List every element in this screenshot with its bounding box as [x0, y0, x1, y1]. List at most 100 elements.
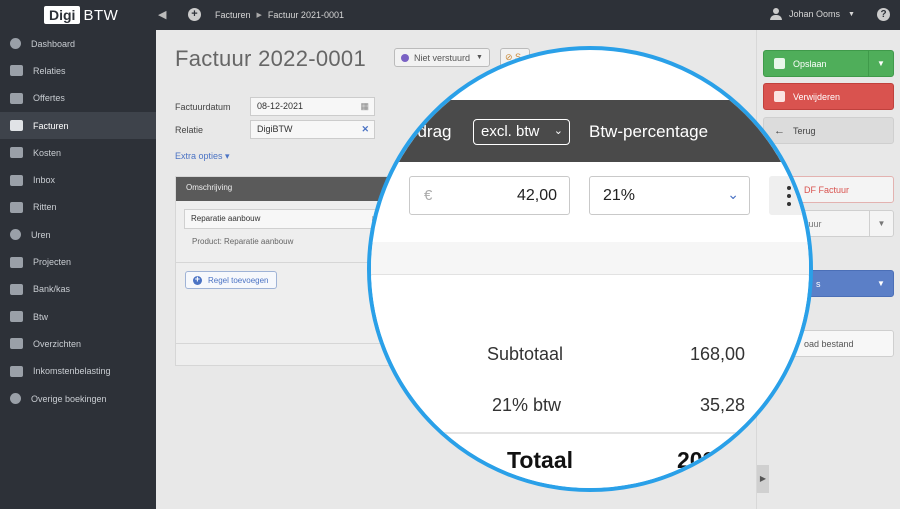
vat-value: 35,28	[700, 395, 746, 415]
invoice-date-label: Factuurdatum	[175, 102, 231, 112]
plus-circle-icon	[193, 274, 202, 285]
inbox-icon	[10, 174, 23, 186]
add-icon[interactable]: +	[188, 8, 201, 21]
sidebar-item-label: Overzichten	[33, 338, 82, 349]
car-icon	[10, 201, 23, 213]
misc-icon	[10, 393, 21, 404]
chevron-down-icon[interactable]: ▼	[869, 271, 893, 296]
invoice-lines-panel: Omschrijving Reparatie aanbouw ✉ Product…	[175, 176, 395, 366]
clear-icon[interactable]: ✕	[361, 121, 369, 138]
add-line-button[interactable]: Regel toevoegen	[185, 271, 277, 289]
sidebar-item-facturen[interactable]: Facturen	[0, 111, 156, 140]
clock-icon	[10, 229, 21, 241]
sidebar-item-label: Dashboard	[31, 38, 76, 49]
extra-options-link[interactable]: Extra opties ▾	[175, 151, 230, 162]
collapse-sidebar-icon[interactable]: ◀	[158, 8, 166, 21]
sidebar-item-projecten[interactable]: Projecten	[0, 248, 156, 275]
logo-btw: BTW	[83, 6, 119, 24]
invoice-icon	[10, 120, 23, 132]
user-name: Johan Ooms	[789, 9, 841, 19]
sidebar-item-label: Kosten	[33, 147, 62, 158]
breadcrumb: + Facturen ▶ Factuur 2021-0001	[188, 8, 344, 21]
logo-digi: Digi	[44, 6, 81, 24]
app-logo[interactable]: Digi BTW	[44, 5, 118, 25]
vat-percentage-select[interactable]: 21% ⌄	[589, 176, 750, 215]
breadcrumb-separator-icon: ▶	[256, 11, 262, 19]
total-label: Totaal	[507, 447, 574, 473]
user-menu[interactable]: Johan Ooms ▼	[770, 8, 855, 20]
sidebar-item-bank-kas[interactable]: Bank/kas	[0, 276, 156, 303]
line-description-value: Reparatie aanbouw	[191, 214, 261, 223]
invoice-date-value: 08-12-2021	[257, 101, 304, 111]
sidebar-item-inbox[interactable]: Inbox	[0, 166, 156, 193]
chevron-down-icon[interactable]: ▼	[869, 211, 893, 236]
column-header-vat-percentage: Btw-percentage	[589, 122, 709, 141]
euro-icon: €	[424, 187, 433, 204]
money-icon	[10, 147, 23, 159]
vat-mode-select[interactable]: excl. btw ⌄	[473, 119, 570, 145]
vat-mode-value: excl. btw	[481, 123, 540, 140]
lens-content: edrag excl. btw ⌄ Btw-percentage € 42,00…	[371, 50, 809, 488]
sidebar-item-relaties[interactable]: Relaties	[0, 57, 156, 84]
sidebar-item-offertes[interactable]: Offertes	[0, 85, 156, 112]
sidebar-item-label: Overige boekingen	[31, 393, 107, 404]
sidebar-item-label: Inkomstenbelasting	[33, 366, 111, 377]
breadcrumb-facturen[interactable]: Facturen	[215, 10, 251, 20]
sidebar: Dashboard Relaties Offertes Facturen Kos…	[0, 30, 156, 509]
totals-section	[371, 276, 809, 488]
vat-label: 21% btw	[492, 395, 562, 415]
row-options-kebab-icon[interactable]	[769, 176, 809, 215]
column-header-description: Omschrijving	[176, 177, 394, 201]
lens-row-footer	[371, 242, 809, 275]
total-value: 203	[677, 447, 716, 473]
sidebar-item-dashboard[interactable]: Dashboard	[0, 30, 156, 57]
sidebar-item-label: Inbox	[33, 175, 56, 186]
amount-value: 42,00	[516, 187, 557, 204]
sidebar-item-kosten[interactable]: Kosten	[0, 139, 156, 166]
subtotal-value: 168,00	[690, 344, 746, 364]
relation-value: DigiBTW	[257, 124, 293, 134]
sidebar-item-label: Uren	[31, 229, 51, 240]
line-description-input[interactable]: Reparatie aanbouw ✉	[184, 209, 386, 229]
amount-input[interactable]: € 42,00	[409, 176, 570, 215]
top-bar: Digi BTW ◀ + Facturen ▶ Factuur 2021-000…	[0, 0, 900, 30]
breadcrumb-current: Factuur 2021-0001	[267, 9, 344, 20]
sidebar-item-label: Bank/kas	[33, 284, 71, 295]
sidebar-item-label: Btw	[33, 311, 49, 322]
subtotal-label: Subtotaal	[487, 344, 564, 364]
chart-icon	[10, 338, 23, 350]
save-options-chevron-icon[interactable]: ▼	[868, 51, 893, 76]
document-icon	[10, 92, 23, 104]
sidebar-item-uren[interactable]: Uren	[0, 221, 156, 248]
sidebar-item-inkomstenbelasting[interactable]: Inkomstenbelasting	[0, 358, 156, 385]
send-label: s	[816, 278, 821, 289]
sidebar-item-label: Facturen	[33, 120, 69, 131]
sidebar-item-label: Offertes	[33, 93, 65, 104]
help-icon[interactable]: ?	[877, 8, 890, 21]
sidebar-item-label: Relaties	[33, 65, 66, 76]
sidebar-item-label: Ritten	[33, 202, 57, 213]
line-product-text: Product: Reparatie aanbouw	[192, 237, 294, 246]
bank-icon	[10, 283, 23, 295]
relation-label: Relatie	[175, 125, 204, 135]
user-icon	[770, 8, 782, 20]
chevron-down-icon: ⌄	[553, 125, 563, 137]
sidebar-item-ritten[interactable]: Ritten	[0, 194, 156, 221]
invoice-date-field[interactable]: 08-12-2021 ▦	[250, 97, 375, 116]
page-title: Factuur 2022-0001	[175, 46, 367, 71]
divider	[176, 343, 394, 344]
dashboard-icon	[10, 38, 21, 50]
chevron-down-icon: ▼	[848, 10, 855, 18]
sidebar-item-btw[interactable]: Btw	[0, 303, 156, 330]
calculator-icon	[10, 311, 23, 323]
chevron-down-icon: ⌄	[727, 186, 739, 202]
sidebar-item-label: Projecten	[33, 257, 72, 268]
sidebar-item-overzichten[interactable]: Overzichten	[0, 330, 156, 357]
relation-field[interactable]: DigiBTW ✕	[250, 120, 375, 139]
vat-percentage-value: 21%	[603, 187, 636, 204]
divider	[176, 262, 394, 263]
column-header-amount: edrag	[408, 122, 452, 141]
add-line-label: Regel toevoegen	[208, 275, 269, 285]
calendar-icon[interactable]: ▦	[360, 98, 369, 115]
sidebar-item-overige-boekingen[interactable]: Overige boekingen	[0, 385, 156, 412]
